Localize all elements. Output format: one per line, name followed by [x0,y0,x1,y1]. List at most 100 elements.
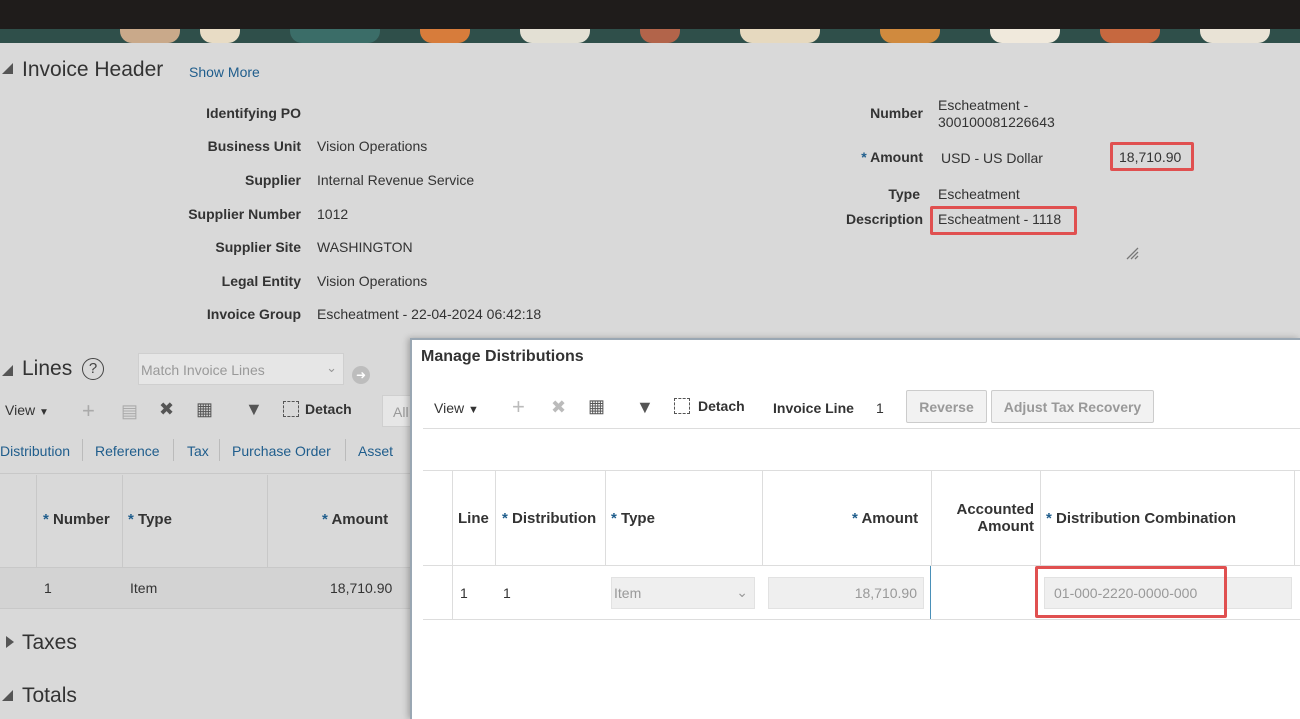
chevron-down-icon: ⌄ [326,360,337,375]
number-value-line2: 300100081226643 [938,114,1055,130]
dist-row-line: 1 [460,585,468,601]
invoice-line-value: 1 [876,400,884,416]
totals-title[interactable]: Totals [22,684,77,708]
dialog-title: Manage Distributions [421,348,584,365]
column-divider [495,471,496,565]
tab-tax[interactable]: Tax [187,443,209,459]
dialog-view-menu[interactable]: View ▼ [434,400,479,416]
dist-row-type-select[interactable]: Item ⌄ [611,577,755,609]
dialog-detach-button[interactable]: Detach [674,398,745,414]
add-icon[interactable]: + [82,398,95,424]
tab-separator [345,439,346,461]
type-label: Type [888,186,920,202]
match-invoice-lines-select[interactable]: Match Invoice Lines ⌄ [138,353,344,385]
column-divider [36,475,37,567]
amount-highlight-box [1110,142,1194,171]
tab-asset[interactable]: Asset [358,443,393,459]
number-label: Number [870,105,923,121]
tab-separator [173,439,174,461]
header-banner [0,29,1300,43]
invoice-group-value: Escheatment - 22-04-2024 06:42:18 [317,306,542,322]
lines-view-menu[interactable]: View ▼ [5,402,49,418]
resize-handle-icon[interactable] [1124,245,1140,261]
query-by-example-icon[interactable]: ▼ [245,399,263,420]
amount-label: * Amount [861,149,923,165]
legal-entity-label: Legal Entity [221,273,301,289]
dist-col-line[interactable]: Line [458,510,489,527]
lines-filter-select[interactable]: All [382,395,412,427]
description-label: Description [845,211,923,227]
table-divider [0,608,410,609]
lines-col-amount[interactable]: * Amount [322,511,388,528]
taxes-title[interactable]: Taxes [22,631,77,655]
adjust-tax-recovery-button[interactable]: Adjust Tax Recovery [991,390,1154,423]
dist-col-accounted-amount[interactable]: Accounted Amount [940,501,1034,535]
detach-icon [674,398,690,414]
remove-icon[interactable]: ✖ [159,399,174,420]
supplier-number-value: 1012 [317,206,349,222]
supplier-number-label: Supplier Number [188,206,301,222]
view-dropdown-icon: ▼ [467,404,479,416]
match-invoice-lines-text: Match Invoice Lines [141,362,265,378]
lines-col-type[interactable]: * Type [128,511,172,528]
header-collapse-icon[interactable] [2,61,13,79]
chevron-down-icon: ⌄ [736,584,748,600]
dist-col-combination[interactable]: * Distribution Combination [1046,510,1236,527]
help-icon[interactable]: ? [82,358,104,380]
freeze-columns-icon[interactable]: ▦ [196,399,213,420]
column-divider [1294,471,1295,565]
lines-col-number[interactable]: * Number [43,511,110,528]
tab-separator [219,439,220,461]
taxes-expand-icon[interactable] [6,635,14,653]
dist-col-distribution[interactable]: * Distribution [502,510,596,527]
supplier-value: Internal Revenue Service [317,172,475,188]
tab-separator [82,439,83,461]
tab-purchase-order[interactable]: Purchase Order [232,443,331,459]
show-more-link[interactable]: Show More [189,64,260,80]
go-arrow-icon[interactable]: ➜ [352,366,370,384]
table-divider [0,473,410,474]
business-unit-label: Business Unit [207,138,301,154]
active-cell-indicator [930,566,931,619]
lines-collapse-icon[interactable] [2,363,13,381]
query-by-example-icon[interactable]: ▼ [636,397,654,418]
freeze-columns-icon[interactable]: ▦ [588,396,605,417]
reverse-button[interactable]: Reverse [906,390,987,423]
view-dropdown-icon: ▼ [38,407,49,418]
tab-distribution[interactable]: Distribution [0,443,70,459]
remove-icon[interactable]: ✖ [551,397,566,418]
dialog-view-label: View [434,400,465,416]
totals-collapse-icon[interactable] [2,688,13,706]
identifying-po-label: Identifying PO [206,105,301,121]
type-value: Escheatment [938,186,1020,202]
invoice-group-label: Invoice Group [206,306,301,322]
supplier-label: Supplier [244,172,301,188]
lines-view-label: View [5,402,36,418]
dist-row-type-value: Item [614,585,642,601]
add-icon[interactable]: + [512,394,525,420]
supplier-site-label: Supplier Site [215,239,301,255]
tab-reference[interactable]: Reference [95,443,160,459]
delete-row-icon[interactable]: ▤ [121,401,138,422]
lines-detach-button[interactable]: Detach [283,401,352,417]
row-bottom-border [423,619,1300,620]
dist-row-amount-field[interactable]: 18,710.90 [768,577,924,609]
table-row[interactable]: 1 Item 18,710.90 [0,568,410,608]
top-bar [0,0,1300,29]
column-divider [267,475,268,567]
description-highlight-box [930,206,1077,235]
dist-row-distribution: 1 [503,585,511,601]
dist-col-amount[interactable]: * Amount [852,510,918,527]
column-divider [122,475,123,567]
column-divider [452,471,453,619]
dist-col-type[interactable]: * Type [611,510,655,527]
combination-highlight-box [1035,566,1227,618]
table-top-border [423,470,1300,471]
column-divider [605,471,606,565]
number-value-line1: Escheatment - [938,97,1029,113]
column-divider [1040,471,1041,565]
invoice-line-label: Invoice Line [773,400,854,416]
amount-currency: USD - US Dollar [941,150,1043,166]
lines-title: Lines [22,357,73,380]
detach-icon [283,401,299,417]
